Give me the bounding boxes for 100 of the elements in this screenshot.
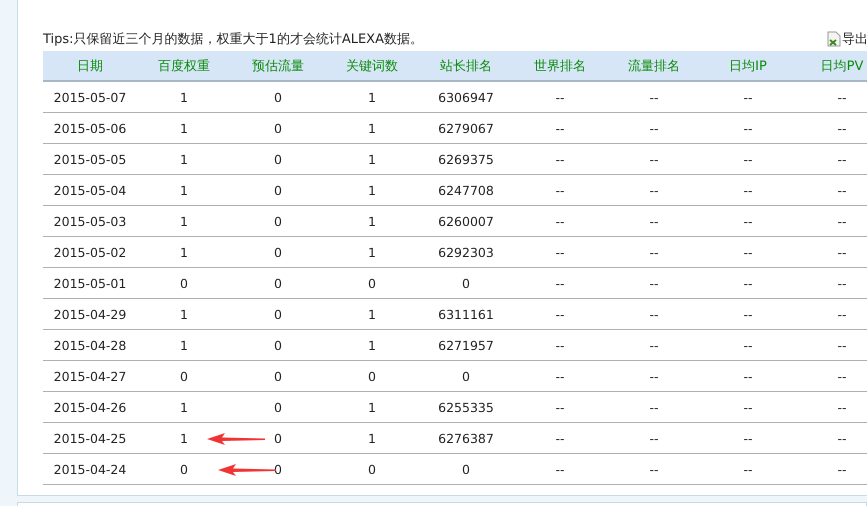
- column-header: 关键词数: [325, 51, 419, 81]
- table-cell: 0: [368, 462, 376, 476]
- table-cell: --: [555, 120, 565, 136]
- table-cell: --: [649, 152, 659, 166]
- table-cell: --: [649, 276, 659, 290]
- table-cell: --: [743, 182, 753, 198]
- table-cell: --: [743, 430, 753, 446]
- column-header: 流量排名: [607, 51, 701, 81]
- tips-text: Tips:只保留近三个月的数据，权重大于1的才会统计ALEXA数据。: [43, 31, 423, 48]
- table-cell: --: [649, 400, 659, 414]
- table-cell: 0: [462, 462, 470, 476]
- table-cell: --: [555, 368, 565, 384]
- table-cell: --: [649, 182, 659, 198]
- table-cell: 2015-05-01: [54, 276, 126, 290]
- table-cell: --: [837, 462, 847, 476]
- table-cell: 0: [274, 338, 282, 352]
- table-cell: 0: [274, 400, 282, 414]
- table-cell: --: [837, 244, 847, 260]
- table-cell: --: [743, 400, 753, 414]
- table-cell: 0: [274, 276, 282, 290]
- table-cell: 6311161: [438, 306, 494, 322]
- table-cell: --: [555, 306, 565, 322]
- table-cell: --: [743, 276, 753, 290]
- table-cell: 2015-05-05: [54, 152, 126, 166]
- table-cell: 0: [274, 182, 282, 198]
- table-cell: 0: [274, 214, 282, 228]
- table-cell: 0: [274, 430, 282, 446]
- table-cell: 6255335: [438, 400, 494, 414]
- table-cell: 0: [274, 152, 282, 166]
- table-cell: 1: [180, 400, 188, 414]
- table-cell: 2015-04-26: [54, 400, 126, 414]
- table-cell: --: [649, 430, 659, 446]
- table-cell: --: [555, 400, 565, 414]
- table-cell: --: [555, 462, 565, 476]
- table-cell: 0: [274, 306, 282, 322]
- table-cell: 6247708: [438, 182, 494, 198]
- table-cell: --: [837, 430, 847, 446]
- table-cell: --: [743, 306, 753, 322]
- table-cell: --: [743, 120, 753, 136]
- table-cell: --: [743, 214, 753, 228]
- arrow: [218, 464, 276, 476]
- table-cell: 1: [368, 120, 376, 136]
- column-header: 百度权重: [137, 51, 231, 81]
- table-cell: 1: [180, 306, 188, 322]
- table-cell: --: [837, 214, 847, 228]
- table-cell: 1: [368, 306, 376, 322]
- table-cell: 1: [368, 244, 376, 260]
- table-cell: 1: [368, 338, 376, 352]
- table-cell: 2015-05-06: [54, 120, 126, 136]
- table-cell: 1: [180, 182, 188, 198]
- table-cell: 6279067: [438, 120, 494, 136]
- table-cell: --: [837, 338, 847, 352]
- table-cell: 6260007: [438, 214, 494, 228]
- table-cell: --: [837, 152, 847, 166]
- table-cell: 1: [368, 182, 376, 198]
- column-header: 日期: [43, 51, 137, 81]
- table-cell: 0: [462, 276, 470, 290]
- table-cell: 0: [180, 276, 188, 290]
- table-cell: 2015-04-24: [54, 462, 126, 476]
- table-cell: --: [649, 338, 659, 352]
- table-cell: 2015-04-27: [54, 368, 126, 384]
- table-cell: 2015-04-25: [54, 430, 126, 446]
- table-cell: --: [649, 462, 659, 476]
- table-cell: 1: [368, 214, 376, 228]
- table-cell: --: [837, 120, 847, 136]
- table-cell: --: [555, 182, 565, 198]
- column-header: 预估流量: [231, 51, 325, 81]
- column-header: 日均PV: [795, 51, 867, 81]
- table-cell: 2015-05-02: [54, 244, 126, 260]
- table-cell: 0: [368, 276, 376, 290]
- table-cell: --: [837, 306, 847, 322]
- table-cell: --: [743, 368, 753, 384]
- table-cell: 0: [274, 90, 282, 104]
- table-cell: --: [837, 182, 847, 198]
- table-cell: 2015-05-03: [54, 214, 126, 228]
- arrow: [207, 433, 265, 445]
- export-link[interactable]: 导出: [827, 30, 867, 48]
- table-cell: 0: [180, 462, 188, 476]
- spreadsheet-icon: [827, 31, 841, 47]
- table-cell: 6306947: [438, 90, 494, 104]
- table-cell: --: [743, 462, 753, 476]
- table-cell: 1: [368, 152, 376, 166]
- table-cell: 0: [180, 368, 188, 384]
- table-cell: 2015-04-28: [54, 338, 126, 352]
- table-cell: --: [649, 306, 659, 322]
- table-cell: --: [649, 368, 659, 384]
- table-cell: 6271957: [438, 338, 494, 352]
- table-cell: --: [837, 90, 847, 104]
- table-cell: 1: [368, 430, 376, 446]
- table-cell: 0: [368, 368, 376, 384]
- table-cell: 0: [462, 368, 470, 384]
- table-cell: 1: [368, 90, 376, 104]
- table-cell: --: [555, 338, 565, 352]
- table-cell: 2015-05-04: [54, 182, 126, 198]
- table-cell: 1: [180, 152, 188, 166]
- table-cell: 6292303: [438, 244, 494, 260]
- table-cell: 2015-04-29: [54, 306, 126, 322]
- column-header: 世界排名: [513, 51, 607, 81]
- table-cell: 6269375: [438, 152, 494, 166]
- table-cell: --: [555, 214, 565, 228]
